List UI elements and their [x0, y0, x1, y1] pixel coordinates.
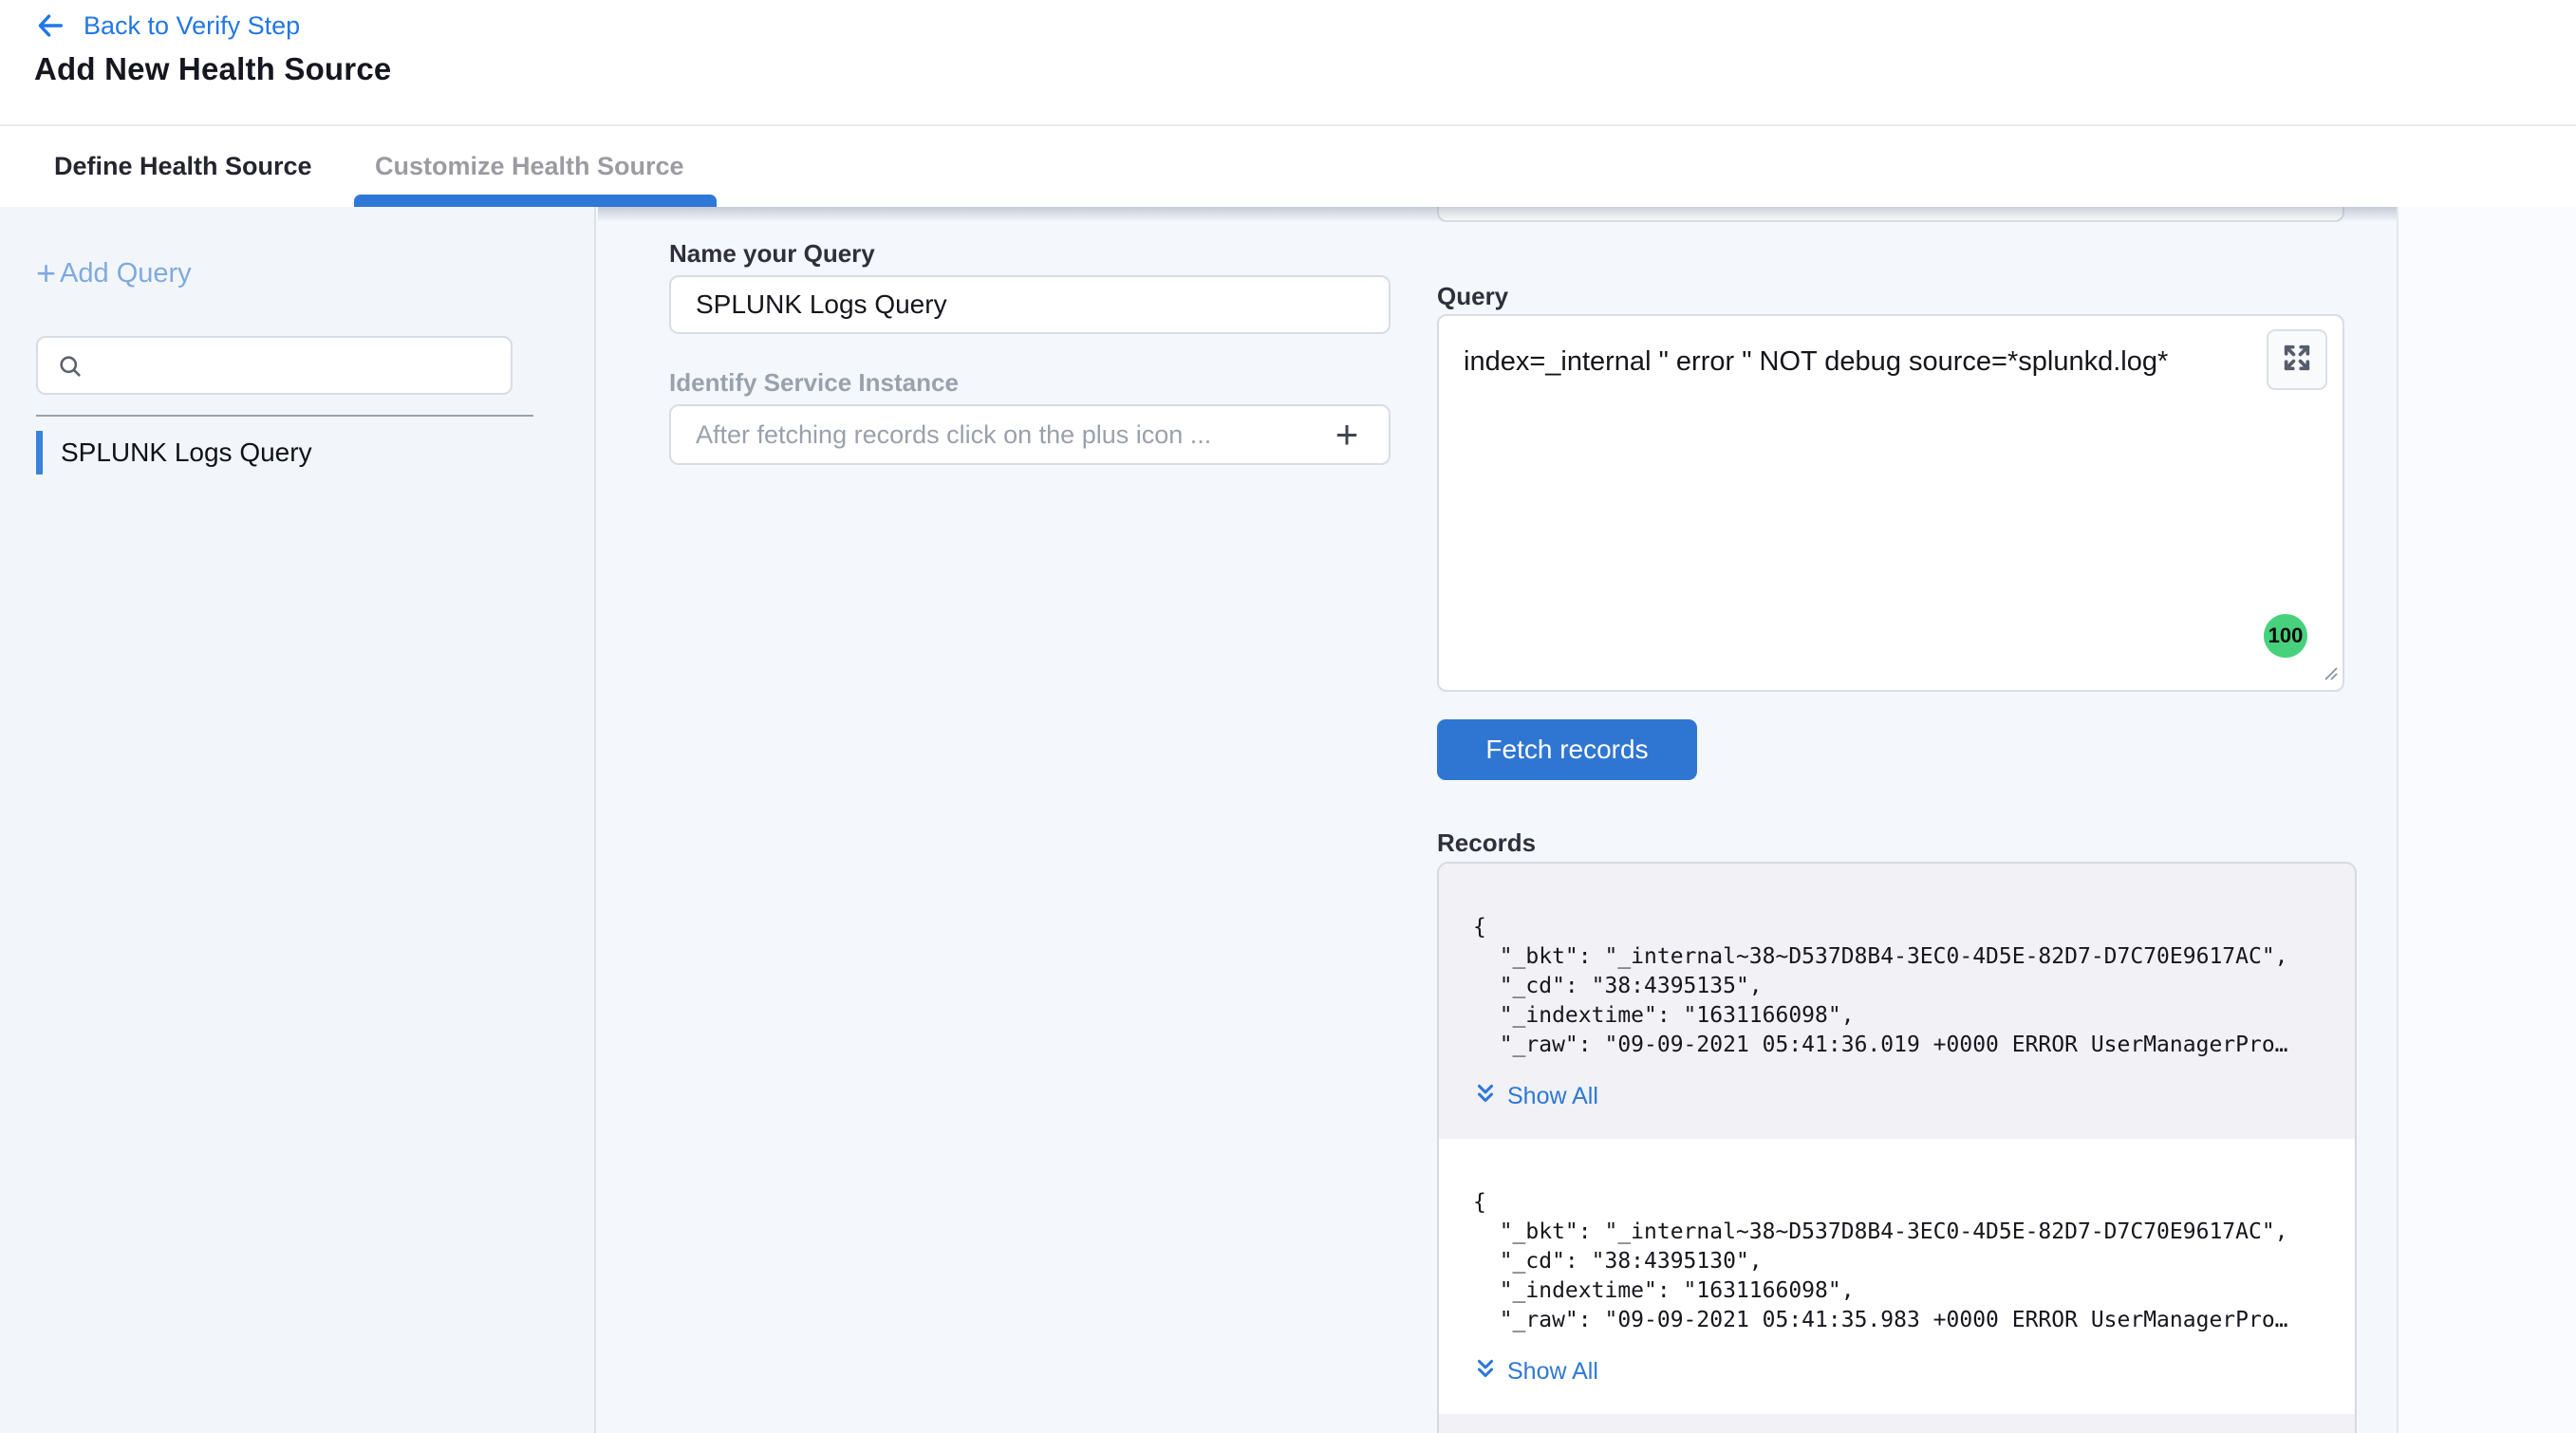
double-chevron-down-icon — [1473, 1356, 1498, 1387]
record-json-line: "_cd": "38:4395135", — [1473, 972, 2321, 1001]
records-label: Records — [1437, 828, 1536, 858]
show-all-link[interactable]: Show All — [1473, 1356, 1598, 1387]
query-label: Query — [1437, 282, 1508, 311]
content-area: + Add Query SPLUNK Logs Query Na — [0, 207, 2576, 1433]
cutoff-input-field[interactable] — [1437, 207, 2344, 222]
add-query-button[interactable]: + Add Query — [36, 256, 192, 290]
record-json-line: "_bkt": "_internal~38~D537D8B4-3EC0-4D5E… — [1473, 942, 2321, 972]
expand-query-button[interactable] — [2267, 329, 2327, 390]
query-name-input[interactable] — [669, 275, 1391, 334]
record-json-line: { — [1473, 913, 2321, 942]
record-json-line: "_raw": "09-09-2021 05:41:35.983 +0000 E… — [1473, 1306, 2321, 1335]
query-editor: index=_internal " error " NOT debug sour… — [1437, 314, 2344, 692]
double-chevron-down-icon — [1473, 1081, 1498, 1112]
service-instance-input[interactable] — [671, 406, 1326, 463]
record-card — [1439, 1414, 2355, 1433]
active-tab-underline — [354, 195, 717, 207]
maximize-icon — [2281, 342, 2313, 379]
identify-service-instance-label: Identify Service Instance — [669, 368, 959, 398]
search-input[interactable] — [97, 342, 495, 389]
page-header: Back to Verify Step Add New Health Sourc… — [0, 0, 2576, 126]
add-query-label: Add Query — [60, 258, 192, 289]
back-link[interactable]: Back to Verify Step — [34, 9, 300, 42]
query-text[interactable]: index=_internal " error " NOT debug sour… — [1464, 346, 2261, 378]
show-all-label: Show All — [1507, 1083, 1598, 1110]
record-count-badge: 100 — [2264, 614, 2307, 658]
records-container: { "_bkt": "_internal~38~D537D8B4-3EC0-4D… — [1437, 862, 2357, 1433]
record-json-line: "_indextime": "1631166098", — [1473, 1001, 2321, 1031]
query-sidebar: + Add Query SPLUNK Logs Query — [0, 207, 596, 1433]
query-list-item-splunk-logs-query[interactable]: SPLUNK Logs Query — [0, 431, 596, 476]
record-json-line: "_indextime": "1631166098", — [1473, 1276, 2321, 1306]
tab-bar: Define Health Source Customize Health So… — [0, 126, 2576, 207]
query-search-box — [36, 336, 513, 395]
textarea-resize-grip[interactable] — [2321, 663, 2340, 687]
back-arrow-icon — [34, 9, 66, 42]
page-title: Add New Health Source — [34, 51, 391, 87]
show-all-label: Show All — [1507, 1358, 1598, 1386]
record-card: { "_bkt": "_internal~38~D537D8B4-3EC0-4D… — [1439, 1139, 2355, 1414]
sidebar-divider — [36, 415, 533, 417]
tab-define-health-source[interactable]: Define Health Source — [54, 126, 312, 207]
back-link-label: Back to Verify Step — [84, 11, 300, 41]
record-json-line: { — [1473, 1188, 2321, 1218]
plus-icon: + — [36, 256, 56, 290]
name-your-query-label: Name your Query — [669, 239, 875, 269]
selected-indicator-bar — [36, 431, 43, 475]
right-gutter — [2397, 207, 2576, 1433]
record-card: { "_bkt": "_internal~38~D537D8B4-3EC0-4D… — [1439, 864, 2355, 1139]
record-json-line: "_raw": "09-09-2021 05:41:36.019 +0000 E… — [1473, 1031, 2321, 1060]
fetch-records-button[interactable]: Fetch records — [1437, 719, 1697, 780]
record-json-line: "_bkt": "_internal~38~D537D8B4-3EC0-4D5E… — [1473, 1218, 2321, 1247]
query-item-label: SPLUNK Logs Query — [61, 437, 312, 468]
show-all-link[interactable]: Show All — [1473, 1081, 1598, 1112]
add-service-instance-plus-button[interactable]: + — [1322, 410, 1372, 459]
service-instance-field: + — [669, 404, 1391, 465]
record-json-line: "_cd": "38:4395130", — [1473, 1247, 2321, 1276]
add-health-source-page: Back to Verify Step Add New Health Sourc… — [0, 0, 2576, 1433]
